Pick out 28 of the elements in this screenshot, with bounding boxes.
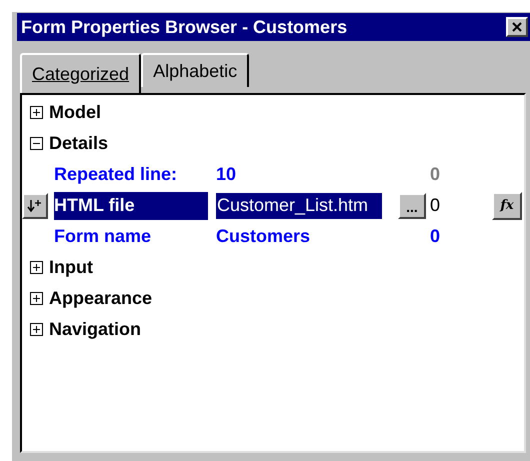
expand-icon[interactable] <box>30 261 43 274</box>
property-name[interactable]: Form name <box>54 222 208 250</box>
formula-button[interactable]: fx <box>492 192 522 220</box>
property-name[interactable]: Repeated line: <box>54 160 208 188</box>
expand-icon[interactable] <box>30 292 43 305</box>
expand-icon[interactable] <box>30 106 43 119</box>
property-name[interactable]: HTML file <box>54 192 208 220</box>
category-label[interactable]: Appearance <box>49 285 152 312</box>
property-count: 0 <box>430 194 442 217</box>
property-value: Customers <box>216 225 312 248</box>
window-title: Form Properties Browser - Customers <box>21 16 348 39</box>
expand-icon[interactable] <box>30 323 43 336</box>
property-value: 10 <box>216 163 238 186</box>
property-count: 0 <box>430 163 442 186</box>
close-button[interactable] <box>506 17 528 37</box>
collapse-icon[interactable] <box>30 137 43 150</box>
category-label[interactable]: Navigation <box>49 316 142 343</box>
arrow-down-plus-icon <box>27 198 43 212</box>
tab[interactable]: Alphabetic <box>141 53 250 87</box>
sort-button[interactable] <box>22 192 48 218</box>
property-value-field[interactable]: Customer_List.htm <box>216 192 382 218</box>
browse-button[interactable]: ... <box>398 192 426 218</box>
close-icon <box>512 22 522 32</box>
category-label[interactable]: Input <box>49 254 93 281</box>
property-count: 0 <box>430 225 442 248</box>
category-label[interactable]: Details <box>49 130 108 157</box>
tab[interactable]: Categorized <box>20 53 142 93</box>
category-label[interactable]: Model <box>49 99 101 126</box>
